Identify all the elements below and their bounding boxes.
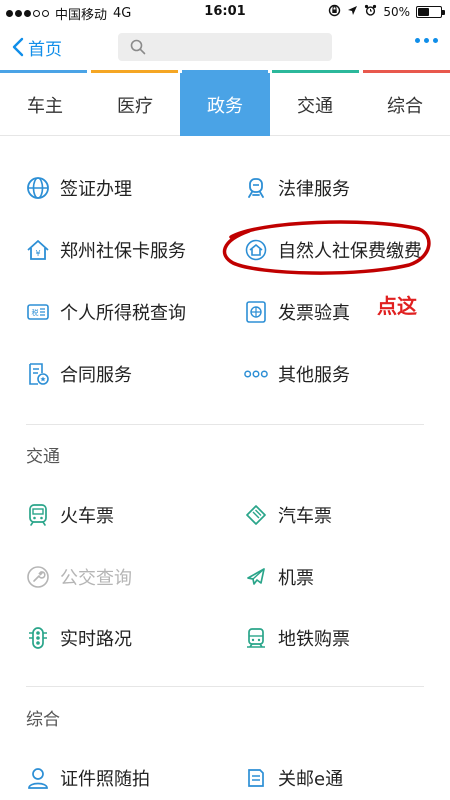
service-label: 个人所得税查询 [60,303,186,324]
transport-label: 汽车票 [278,506,332,527]
search-box[interactable] [118,33,332,61]
transport-label: 机票 [278,568,314,589]
tab-label: 交通 [297,95,333,117]
transport-live-traffic[interactable]: 实时路况 [26,618,132,658]
annotation-text: 点这 [377,294,417,318]
svg-text:税: 税 [32,308,39,317]
contract-icon [26,362,50,386]
chevron-left-icon [12,37,24,57]
more-dot [433,38,438,43]
customs-mail-icon [244,766,268,790]
law-icon [244,176,268,200]
bus-ticket-icon [244,503,268,527]
tab-medical[interactable]: 医疗 [90,73,180,136]
transport-bus-query[interactable]: 公交查询 [26,557,132,597]
tax-icon: 税 [26,300,50,324]
transport-bus-ticket[interactable]: 汽车票 [244,495,332,535]
service-label: 合同服务 [60,365,132,386]
divider [26,686,424,687]
transport-train-ticket[interactable]: 火车票 [26,495,114,535]
transport-subway-ticket[interactable]: 地铁购票 [244,618,350,658]
service-income-tax[interactable]: 税 个人所得税查询 [26,292,186,332]
annotation-oval [222,220,431,275]
section-title-general: 综合 [26,710,60,730]
tab-government[interactable]: 政务 [180,73,270,136]
tab-transport[interactable]: 交通 [270,73,360,136]
service-zhengzhou-social-card[interactable]: ¥ 郑州社保卡服务 [26,230,186,270]
transport-flight-ticket[interactable]: 机票 [244,557,314,597]
divider [26,424,424,425]
service-label: 发票验真 [278,303,350,324]
status-bar: 中国移动 4G 16:01 50% [0,0,450,24]
svg-text:¥: ¥ [35,249,40,258]
globe-icon [26,176,50,200]
alarm-clock-icon [364,4,377,20]
invoice-icon [244,300,268,324]
tab-general[interactable]: 综合 [360,73,450,136]
tab-label: 综合 [387,95,423,117]
service-other[interactable]: 其他服务 [244,354,350,394]
back-button[interactable]: 首页 [12,33,62,61]
social-security-card-icon: ¥ [26,238,50,262]
service-invoice-verify[interactable]: 发票验真 [244,292,350,332]
navigation-bar: 首页 [0,24,450,70]
service-visa[interactable]: 签证办理 [26,168,132,208]
battery-percent: 50% [383,5,410,19]
back-label: 首页 [28,39,62,60]
category-tabs: 车主 医疗 政务 交通 综合 [0,73,450,136]
more-dots-icon [244,362,268,386]
service-label: 其他服务 [278,365,350,386]
transport-label: 火车票 [60,506,114,527]
section-title-transport: 交通 [26,447,60,467]
tab-label: 政务 [207,95,243,117]
location-arrow-icon [347,5,358,19]
service-contract[interactable]: 合同服务 [26,354,132,394]
status-right: 50% [328,4,445,20]
service-legal[interactable]: 法律服务 [244,168,350,208]
general-customs-mail[interactable]: 关邮e通 [244,758,343,798]
plane-icon [244,565,268,589]
more-dot [424,38,429,43]
general-label: 关邮e通 [278,769,344,790]
wrench-icon [26,565,50,589]
subway-icon [244,626,268,650]
service-label: 法律服务 [278,179,350,200]
person-icon [26,766,50,790]
more-options-button[interactable] [415,38,438,43]
general-label: 证件照随拍 [60,769,150,790]
battery-icon [416,6,445,18]
train-icon [26,503,50,527]
tab-car-owner[interactable]: 车主 [0,73,90,136]
transport-label: 地铁购票 [278,629,350,650]
general-id-photo[interactable]: 证件照随拍 [26,758,150,798]
transport-label: 实时路况 [60,629,132,650]
transport-label: 公交查询 [60,568,132,589]
more-dots-icon [415,38,420,43]
tab-label: 医疗 [117,95,153,117]
tab-label: 车主 [27,95,63,117]
search-input[interactable] [152,39,332,55]
service-label: 签证办理 [60,179,132,200]
orientation-lock-icon [328,4,341,20]
traffic-light-icon [26,626,50,650]
service-label: 郑州社保卡服务 [60,241,186,262]
search-icon [130,39,146,55]
